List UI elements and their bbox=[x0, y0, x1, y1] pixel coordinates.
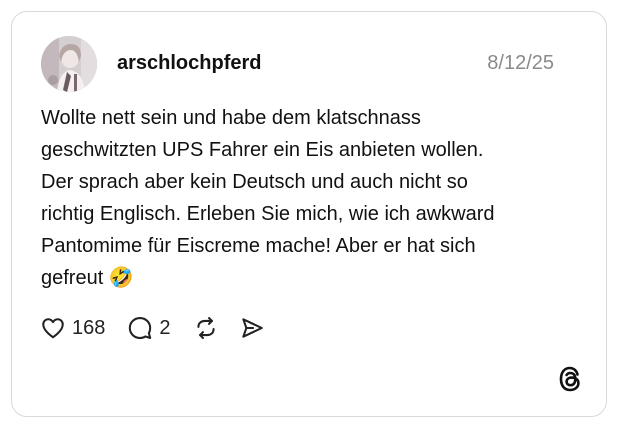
heart-icon bbox=[40, 315, 66, 341]
threads-logo-icon bbox=[557, 365, 583, 393]
like-button[interactable]: 168 bbox=[40, 315, 105, 341]
like-count: 168 bbox=[72, 317, 106, 339]
reply-count: 2 bbox=[159, 317, 171, 339]
repost-icon bbox=[193, 315, 219, 341]
avatar[interactable] bbox=[41, 36, 97, 92]
comment-bubble-icon bbox=[127, 315, 153, 341]
action-bar: 168 2 bbox=[40, 313, 265, 343]
repost-button[interactable] bbox=[193, 315, 219, 341]
post-text: Wollte nett sein und habe dem klatschnas… bbox=[41, 107, 495, 289]
reply-button[interactable]: 2 bbox=[127, 315, 171, 341]
username[interactable]: arschlochpferd bbox=[117, 50, 261, 76]
post-date: 8/12/25 bbox=[487, 52, 554, 74]
send-icon bbox=[239, 315, 265, 341]
share-button[interactable] bbox=[239, 315, 265, 341]
